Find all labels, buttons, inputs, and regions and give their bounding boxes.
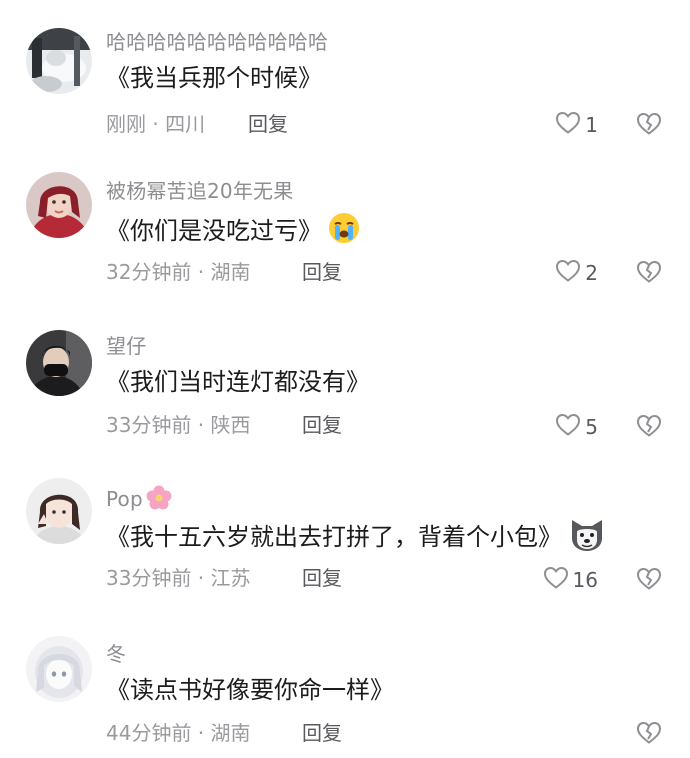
- username[interactable]: 冬: [106, 642, 126, 666]
- comment-text: 《我们当时连灯都没有》: [106, 368, 370, 396]
- like-button[interactable]: 1: [555, 111, 598, 139]
- like-count: 2: [585, 261, 598, 285]
- flower-icon: [145, 484, 173, 517]
- heart-icon: [555, 111, 581, 139]
- like-button[interactable]: 5: [555, 413, 598, 441]
- avatar[interactable]: [26, 172, 92, 238]
- comment-item: 哈哈哈哈哈哈哈哈哈哈哈 《我当兵那个时候》 刚刚 · 四川 回复 1: [0, 0, 690, 150]
- like-count: 5: [585, 415, 598, 439]
- like-button[interactable]: 2: [555, 259, 598, 287]
- username[interactable]: Pop: [106, 484, 173, 517]
- comment-text: 《你们是没吃过亏》: [106, 212, 360, 252]
- broken-heart-icon[interactable]: [636, 567, 662, 595]
- like-button[interactable]: 16: [543, 566, 598, 594]
- heart-icon: [543, 566, 569, 594]
- comment-text: 《我十五六岁就出去打拼了，背着个小包》: [106, 516, 606, 560]
- comment-meta: 刚刚 · 四川: [106, 112, 206, 136]
- like-count: 16: [572, 568, 598, 592]
- broken-heart-icon[interactable]: [636, 112, 662, 140]
- username[interactable]: 哈哈哈哈哈哈哈哈哈哈哈: [106, 30, 328, 54]
- broken-heart-icon[interactable]: [636, 721, 662, 749]
- heart-icon: [555, 413, 581, 441]
- comment-meta: 33分钟前 · 江苏: [106, 566, 251, 590]
- username[interactable]: 望仔: [106, 334, 146, 358]
- comment-meta: 33分钟前 · 陕西: [106, 413, 251, 437]
- username[interactable]: 被杨幂苦追20年无果: [106, 179, 293, 203]
- comment-text: 《读点书好像要你命一样》: [106, 676, 394, 704]
- reply-button[interactable]: 回复: [302, 412, 342, 438]
- broken-heart-icon[interactable]: [636, 260, 662, 288]
- comment-meta: 32分钟前 · 湖南: [106, 260, 251, 284]
- reply-button[interactable]: 回复: [302, 565, 342, 591]
- comment-item: Pop 《我十五六岁就出去打拼了，背着个小包》 33分钟前 · 江苏 回复 16: [0, 450, 690, 600]
- broken-heart-icon[interactable]: [636, 414, 662, 442]
- heart-icon: [555, 259, 581, 287]
- dog-face-icon: [568, 516, 606, 560]
- comment-item: 冬 《读点书好像要你命一样》 44分钟前 · 湖南 回复: [0, 600, 690, 758]
- avatar[interactable]: [26, 636, 92, 702]
- reply-button[interactable]: 回复: [248, 111, 288, 137]
- avatar[interactable]: [26, 330, 92, 396]
- username-text: Pop: [106, 487, 143, 511]
- avatar[interactable]: [26, 28, 92, 94]
- comment-meta: 44分钟前 · 湖南: [106, 721, 251, 745]
- reply-button[interactable]: 回复: [302, 259, 342, 285]
- comment-item: 望仔 《我们当时连灯都没有》 33分钟前 · 陕西 回复 5: [0, 300, 690, 450]
- like-count: 1: [585, 113, 598, 137]
- comment-text: 《我当兵那个时候》: [106, 64, 322, 92]
- comment-text-content: 《我十五六岁就出去打拼了，背着个小包》: [106, 523, 562, 551]
- comment-item: 被杨幂苦追20年无果 《你们是没吃过亏》 32分钟前 · 湖南 回复 2: [0, 150, 690, 300]
- comment-text-content: 《你们是没吃过亏》: [106, 217, 322, 245]
- crying-face-icon: [328, 212, 360, 252]
- reply-button[interactable]: 回复: [302, 720, 342, 746]
- avatar[interactable]: [26, 478, 92, 544]
